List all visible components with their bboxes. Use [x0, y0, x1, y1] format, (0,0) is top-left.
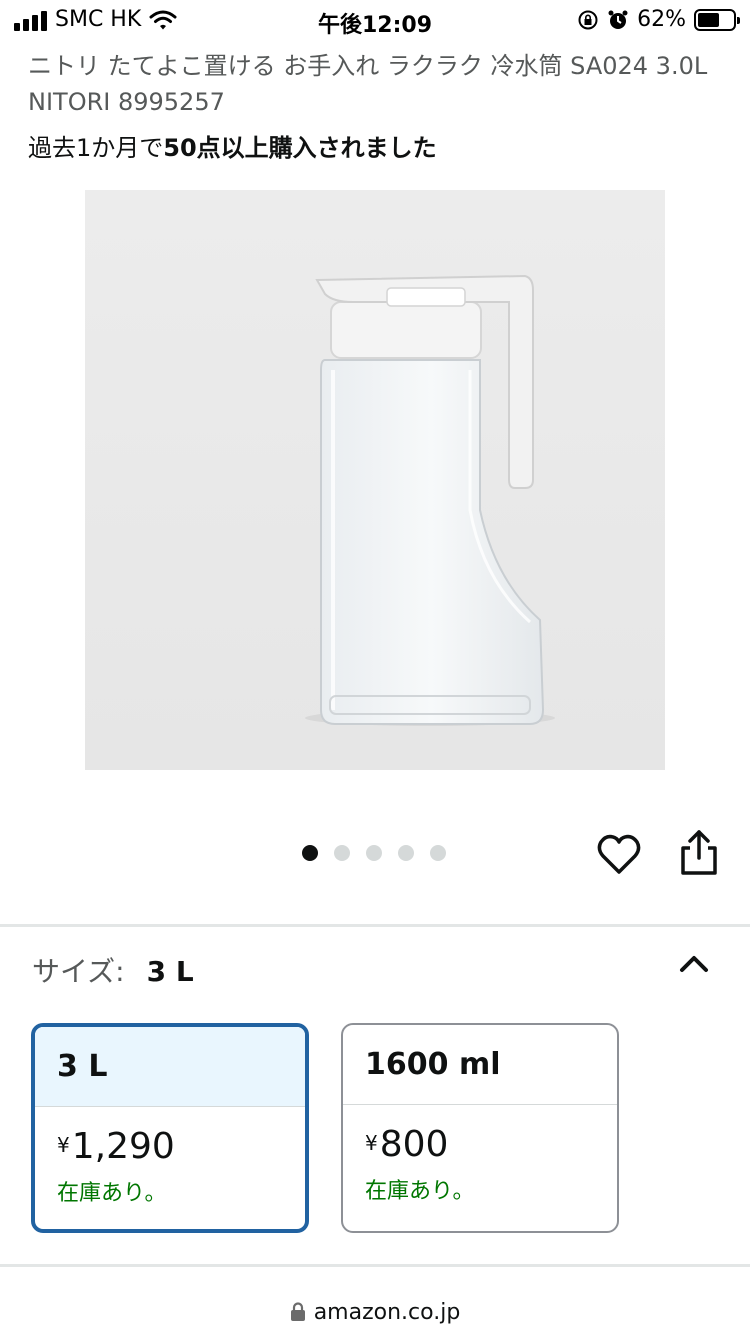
share-icon[interactable]: [676, 828, 722, 878]
price-amount: 800: [379, 1124, 449, 1165]
battery-percent: 62%: [637, 7, 686, 32]
status-bar: SMC HK 午後12:09 62%: [0, 0, 750, 40]
pitcher-illustration: [85, 190, 665, 770]
url-domain: amazon.co.jp: [313, 1299, 461, 1325]
carousel-dot[interactable]: [366, 845, 382, 861]
size-label: サイズ: 3 L: [32, 952, 194, 992]
section-divider: [0, 924, 750, 927]
chevron-up-icon[interactable]: [674, 944, 714, 984]
alarm-icon: [608, 10, 628, 29]
currency-symbol: ¥: [57, 1133, 70, 1157]
carousel-dot[interactable]: [430, 845, 446, 861]
stock-status: 在庫あり。: [365, 1179, 475, 1204]
heart-icon[interactable]: [596, 832, 642, 878]
rotation-lock-icon: [578, 10, 598, 29]
purchase-count-bold: 50点以上購入されました: [163, 134, 437, 162]
size-label-text: サイズ:: [32, 955, 125, 988]
status-right: 62%: [577, 7, 740, 32]
size-option-name: 3 L: [35, 1027, 305, 1107]
product-title[interactable]: ニトリ たてよこ置ける お手入れ ラクラク 冷水筒 SA024 3.0L NIT…: [28, 48, 728, 120]
carousel-dot[interactable]: [334, 845, 350, 861]
carousel-dot[interactable]: [398, 845, 414, 861]
battery-icon: [694, 8, 740, 31]
product-image[interactable]: [85, 190, 665, 770]
carousel-dot[interactable]: [302, 845, 318, 861]
size-option-price: ¥ 800: [343, 1125, 617, 1165]
section-divider: [0, 1264, 750, 1267]
currency-symbol: ¥: [365, 1131, 378, 1155]
lock-icon: [290, 1302, 305, 1321]
purchase-prefix: 過去1か月で: [28, 134, 164, 162]
size-option-1600ml[interactable]: 1600 ml ¥ 800 在庫あり。: [341, 1023, 619, 1233]
purchase-count: 過去1か月で50点以上購入されました: [28, 130, 437, 166]
stock-status: 在庫あり。: [57, 1181, 167, 1206]
url-bar[interactable]: amazon.co.jp: [0, 1290, 750, 1334]
price-amount: 1,290: [71, 1126, 175, 1167]
size-option-name: 1600 ml: [343, 1025, 617, 1105]
size-selected-value: 3 L: [146, 955, 194, 988]
size-option-price: ¥ 1,290: [35, 1127, 305, 1167]
image-carousel-dots[interactable]: [302, 845, 446, 861]
size-option-3l[interactable]: 3 L ¥ 1,290 在庫あり。: [31, 1023, 309, 1233]
